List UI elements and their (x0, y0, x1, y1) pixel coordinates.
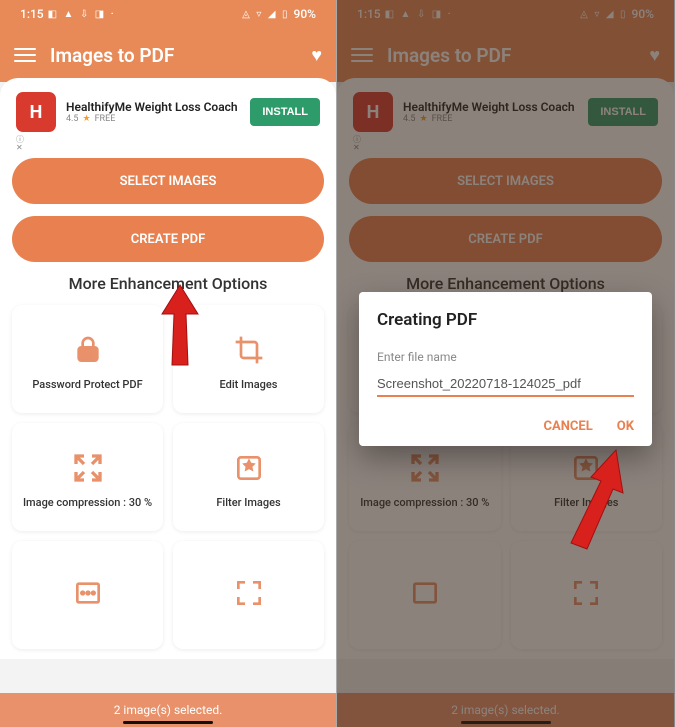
options-grid: Password Protect PDF Edit Images Image c… (12, 305, 324, 659)
ad-app-icon: H (353, 92, 393, 132)
filter-icon (231, 450, 267, 486)
dialog-title: Creating PDF (377, 310, 634, 330)
dialog-hint: Enter file name (377, 350, 634, 364)
tile-extra-2[interactable] (511, 541, 663, 649)
install-button[interactable]: INSTALL (588, 98, 658, 126)
filter-icon (568, 450, 604, 486)
compress-icon (407, 450, 443, 486)
status-bar: 1:15 ◧ ▲ ⇩ ◨ · ◬ ▿ ◢ ▯ 90% (0, 0, 336, 28)
ad-app-icon: H (16, 92, 56, 132)
app-title: Images to PDF (50, 44, 297, 67)
create-pdf-button[interactable]: CREATE PDF (349, 216, 662, 262)
ad-info-icon[interactable]: ⓘ✕ (12, 136, 324, 158)
page-icon (70, 575, 106, 611)
tile-extra-2[interactable] (173, 541, 324, 649)
status-icons-left: ◧ ▲ ⇩ ◨ · (385, 9, 453, 20)
tile-label: Image compression : 30 % (360, 496, 489, 510)
status-battery: 90% (632, 7, 654, 21)
ok-button[interactable]: OK (617, 419, 634, 434)
nav-handle (461, 721, 551, 724)
select-images-button[interactable]: SELECT IMAGES (12, 158, 324, 204)
footer-text: 2 image(s) selected. (114, 703, 223, 717)
ad-subtitle: 4.5★FREE (403, 114, 578, 124)
section-title: More Enhancement Options (349, 274, 662, 293)
select-images-button[interactable]: SELECT IMAGES (349, 158, 662, 204)
menu-icon[interactable] (14, 48, 36, 62)
ad-subtitle: 4.5★FREE (66, 114, 240, 124)
app-bar: Images to PDF ♥ (0, 28, 336, 82)
menu-icon[interactable] (351, 48, 373, 62)
create-pdf-dialog: Creating PDF Enter file name CANCEL OK (359, 292, 652, 446)
app-title: Images to PDF (387, 44, 635, 67)
tile-label: Image compression : 30 % (23, 496, 152, 510)
tile-extra-1[interactable] (349, 541, 501, 649)
status-time: 1:15 (357, 7, 381, 21)
nav-handle (123, 721, 213, 724)
status-icons-right: ◬ ▿ ◢ ▯ (580, 9, 627, 20)
compress-icon (70, 450, 106, 486)
tile-label: Filter Images (216, 496, 280, 510)
app-bar: Images to PDF ♥ (337, 28, 674, 82)
ad-info-icon[interactable]: ⓘ✕ (349, 136, 662, 158)
status-icons-right: ◬ ▿ ◢ ▯ (242, 9, 289, 20)
tile-password-protect[interactable]: Password Protect PDF (12, 305, 163, 413)
tile-edit-images[interactable]: Edit Images (173, 305, 324, 413)
cancel-button[interactable]: CANCEL (544, 419, 593, 434)
status-bar: 1:15 ◧ ▲ ⇩ ◨ · ◬ ▿ ◢ ▯ 90% (337, 0, 674, 28)
favorite-icon[interactable]: ♥ (649, 45, 660, 66)
footer-text: 2 image(s) selected. (451, 703, 560, 717)
ad-title: HealthifyMe Weight Loss Coach (403, 100, 578, 114)
phone-screen-right: 1:15 ◧ ▲ ⇩ ◨ · ◬ ▿ ◢ ▯ 90% Images to PDF… (337, 0, 674, 727)
tile-label: Password Protect PDF (32, 378, 142, 392)
expand-icon (231, 575, 267, 611)
tile-label: Filter Images (554, 496, 618, 510)
install-button[interactable]: INSTALL (250, 98, 320, 126)
lock-icon (70, 332, 106, 368)
tile-label: Edit Images (220, 378, 278, 392)
status-time: 1:15 (20, 7, 44, 21)
favorite-icon[interactable]: ♥ (311, 45, 322, 66)
tile-extra-1[interactable] (12, 541, 163, 649)
status-battery: 90% (294, 7, 316, 21)
status-icons-left: ◧ ▲ ⇩ ◨ · (48, 9, 116, 20)
ad-title: HealthifyMe Weight Loss Coach (66, 100, 240, 114)
tile-compression[interactable]: Image compression : 30 % (12, 423, 163, 531)
phone-screen-left: 1:15 ◧ ▲ ⇩ ◨ · ◬ ▿ ◢ ▯ 90% Images to PDF… (0, 0, 337, 727)
page-icon (407, 575, 443, 611)
crop-icon (231, 332, 267, 368)
section-title: More Enhancement Options (12, 274, 324, 293)
main-card: H HealthifyMe Weight Loss Coach 4.5★FREE… (0, 78, 336, 659)
tile-filter-images[interactable]: Filter Images (173, 423, 324, 531)
create-pdf-button[interactable]: CREATE PDF (12, 216, 324, 262)
filename-input[interactable] (377, 372, 634, 397)
ad-banner[interactable]: H HealthifyMe Weight Loss Coach 4.5★FREE… (349, 86, 662, 136)
ad-banner[interactable]: H HealthifyMe Weight Loss Coach 4.5★FREE… (12, 86, 324, 136)
expand-icon (568, 575, 604, 611)
